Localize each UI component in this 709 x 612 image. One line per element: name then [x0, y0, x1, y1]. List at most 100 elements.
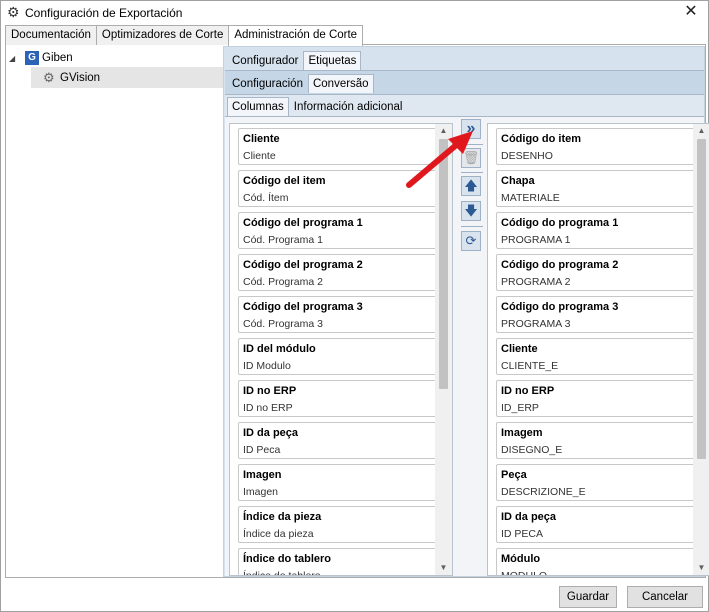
column-item-name: Chapa [501, 175, 535, 187]
giben-logo-icon: G [25, 51, 39, 65]
scroll-down-icon[interactable]: ▼ [435, 561, 452, 575]
column-item[interactable]: ID del módulo ID Modulo [238, 338, 441, 375]
column-item[interactable]: Cliente CLIENTE_E [496, 338, 699, 375]
column-item-name: Código del item [243, 175, 326, 187]
export-config-window: ⚙ Configuración de Exportación ✕ Documen… [0, 0, 709, 612]
right-scroll-thumb[interactable] [697, 139, 706, 459]
column-item-code: Cliente [243, 150, 276, 162]
scroll-up-icon[interactable]: ▲ [435, 124, 452, 138]
column-item[interactable]: Código do item DESENHO [496, 128, 699, 165]
column-item-name: ID da peça [501, 511, 557, 523]
column-item-name: Código del programa 2 [243, 259, 363, 271]
tab-documentacion[interactable]: Documentación [5, 25, 97, 45]
column-item[interactable]: ID no ERP ID no ERP [238, 380, 441, 417]
tree: ◢ G Giben ⚙ GVision [9, 48, 100, 88]
column-item[interactable]: Chapa MATERIALE [496, 170, 699, 207]
move-down-button[interactable]: 🡇 [461, 201, 481, 221]
title-bar: ⚙ Configuración de Exportación ✕ [1, 1, 708, 25]
column-item-code: Imagen [243, 486, 279, 498]
double-chevron-right-icon: » [466, 120, 476, 137]
tree-node-gvision[interactable]: ⚙ GVision [9, 68, 100, 88]
config-pane: Configurador Etiquetas Configuración Con… [223, 46, 709, 577]
column-item-code: ID PECA [501, 528, 544, 540]
column-item-code: DESCRIZIONE_E [501, 486, 586, 498]
column-item-code: DESENHO [501, 150, 553, 162]
subtabs-level2: Configuración Conversão [227, 74, 374, 93]
column-item[interactable]: ID da peça ID Peca [238, 422, 441, 459]
column-item-code: MATERIALE [501, 192, 560, 204]
column-item-code: PROGRAMA 3 [501, 318, 571, 330]
save-button[interactable]: Guardar [559, 586, 617, 608]
left-scroll-thumb[interactable] [439, 139, 448, 389]
column-item-code: PROGRAMA 2 [501, 276, 571, 288]
column-item-name: ID da peça [243, 427, 299, 439]
column-item-name: Índice da pieza [243, 511, 322, 523]
trash-icon: 🗑 [462, 150, 480, 165]
column-item-name: ID del módulo [243, 343, 316, 355]
column-item[interactable]: Módulo MODULO [496, 548, 699, 575]
column-item-name: Código del programa 1 [243, 217, 363, 229]
left-scrollbar[interactable]: ▲ ▼ [435, 124, 452, 575]
column-item[interactable]: Código del programa 2 Cód. Programa 2 [238, 254, 441, 291]
column-item-code: Cód. Programa 3 [243, 318, 323, 330]
tree-node-giben[interactable]: ◢ G Giben [9, 48, 100, 68]
column-item-name: Código do item [501, 133, 582, 145]
tab-etiquetas[interactable]: Etiquetas [303, 51, 362, 70]
close-button[interactable]: ✕ [682, 3, 700, 21]
column-item-name: ID no ERP [243, 385, 297, 397]
cancel-button[interactable]: Cancelar [627, 586, 703, 608]
column-item-name: Imagen [243, 469, 282, 481]
scroll-down-icon[interactable]: ▼ [693, 561, 709, 575]
column-item[interactable]: Código del item Cód. Ítem [238, 170, 441, 207]
move-right-button[interactable]: » [461, 119, 481, 139]
tab-administracion[interactable]: Administración de Corte [228, 25, 364, 46]
column-item-name: Módulo [501, 553, 541, 565]
toolbar-divider [461, 172, 483, 173]
column-item-name: Imagem [501, 427, 543, 439]
column-item[interactable]: Imagem DISEGNO_E [496, 422, 699, 459]
refresh-button[interactable]: ⟳ [461, 231, 481, 251]
column-item[interactable]: Código do programa 1 PROGRAMA 1 [496, 212, 699, 249]
column-item[interactable]: Código del programa 1 Cód. Programa 1 [238, 212, 441, 249]
move-up-button[interactable]: 🡅 [461, 176, 481, 196]
tab-optimizadores[interactable]: Optimizadores de Corte [95, 25, 230, 45]
column-item[interactable]: Código do programa 3 PROGRAMA 3 [496, 296, 699, 333]
tab-conversao[interactable]: Conversão [307, 74, 374, 93]
columns-content: Cliente Cliente Código del item Cód. Ítem Có… [225, 116, 709, 576]
tab-informacion-adicional[interactable]: Información adicional [289, 97, 408, 116]
right-scrollbar[interactable]: ▲ ▼ [693, 124, 709, 575]
toolbar-divider [461, 226, 483, 227]
column-item-name: Código do programa 1 [501, 217, 619, 229]
column-item-name: Código del programa 3 [243, 301, 363, 313]
subtabs-level3: Columnas Información adicional [227, 97, 407, 116]
column-item[interactable]: Código del programa 3 Cód. Programa 3 [238, 296, 441, 333]
top-tabs: Documentación Optimizadores de Corte Adm… [5, 25, 364, 46]
tab-columnas[interactable]: Columnas [227, 97, 289, 116]
column-item[interactable]: Código do programa 2 PROGRAMA 2 [496, 254, 699, 291]
expand-caret-icon[interactable]: ◢ [9, 54, 21, 63]
scroll-up-icon[interactable]: ▲ [693, 124, 709, 138]
column-item-name: Cliente [501, 343, 538, 355]
column-item-name: Código do programa 3 [501, 301, 619, 313]
arrow-up-icon: 🡅 [464, 178, 478, 193]
window-title: Configuración de Exportación [25, 6, 183, 20]
column-item-code: ID_ERP [501, 402, 539, 414]
column-item[interactable]: Cliente Cliente [238, 128, 441, 165]
tab-configuracion[interactable]: Configuración [227, 74, 308, 93]
column-item[interactable]: Imagen Imagen [238, 464, 441, 501]
column-item-code: ID Peca [243, 444, 281, 456]
column-item[interactable]: Índice do tablero Índice do tablero [238, 548, 441, 575]
tree-label-gvision: GVision [60, 72, 101, 84]
column-item[interactable]: ID da peça ID PECA [496, 506, 699, 543]
toolbar-divider [461, 144, 483, 145]
refresh-icon: ⟳ [465, 233, 477, 248]
column-item-name: Índice do tablero [243, 553, 332, 565]
column-item[interactable]: ID no ERP ID_ERP [496, 380, 699, 417]
available-columns-list[interactable]: Cliente Cliente Código del item Cód. Ítem Có… [229, 123, 453, 576]
tab-configurador[interactable]: Configurador [227, 51, 303, 70]
column-item-code: Índice da pieza [243, 528, 314, 540]
delete-button[interactable]: 🗑 [461, 148, 481, 168]
selected-columns-list[interactable]: Código do item DESENHO Chapa MATERIALE Códig… [487, 123, 709, 576]
column-item[interactable]: Peça DESCRIZIONE_E [496, 464, 699, 501]
column-item[interactable]: Índice da pieza Índice da pieza [238, 506, 441, 543]
